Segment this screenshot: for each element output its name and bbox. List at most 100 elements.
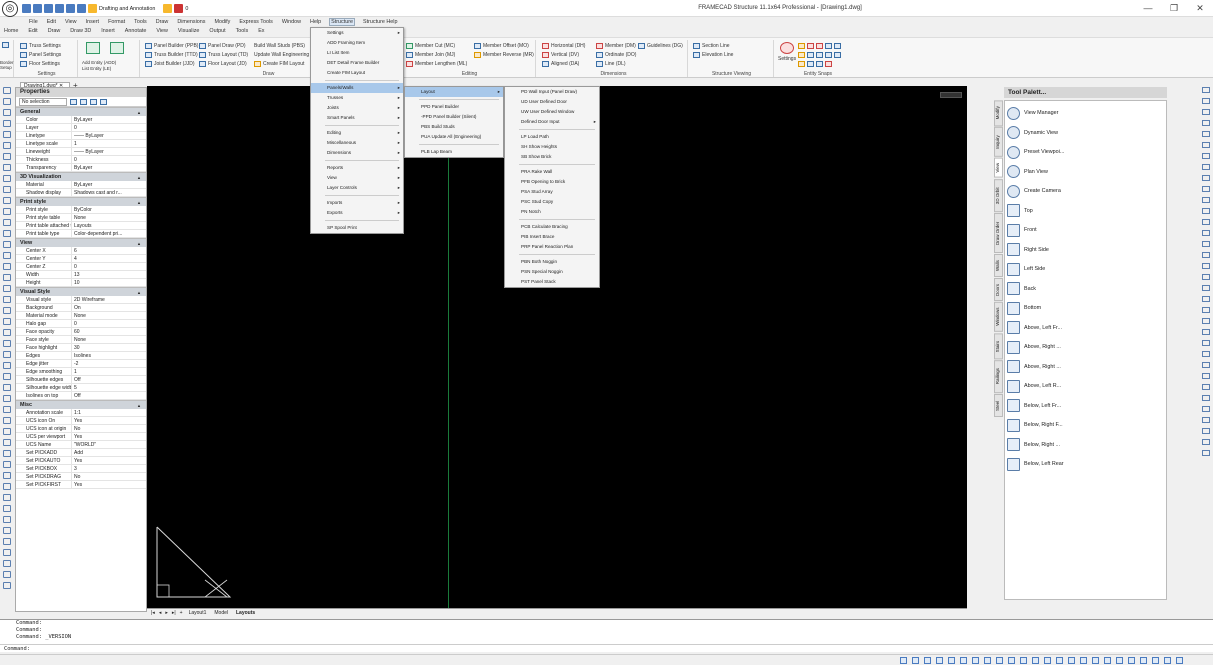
- menu-item-joists[interactable]: Joists: [311, 103, 403, 113]
- menu-item-layout[interactable]: Layout: [405, 87, 503, 97]
- menu-item-view[interactable]: View: [311, 173, 403, 183]
- section-visual-style[interactable]: Visual Style: [16, 287, 146, 297]
- menu-item-plb-lap-beam[interactable]: PLB Lap Beam: [405, 147, 503, 157]
- property-value[interactable]: Color-dependent pri...: [72, 230, 146, 237]
- layer-value[interactable]: 0: [185, 6, 188, 12]
- draw-tool-icon[interactable]: [3, 274, 11, 281]
- draw-tool-icon[interactable]: [3, 505, 11, 512]
- draw-tool-icon[interactable]: [3, 560, 11, 567]
- snap-parallel-icon[interactable]: [816, 61, 823, 67]
- menu-item-sh-show-heights[interactable]: SH Show Heights: [505, 142, 599, 152]
- palette-item-dynamic-view[interactable]: Dynamic View: [1007, 125, 1058, 141]
- floor-layout-button[interactable]: Floor Layout (JD): [199, 61, 247, 67]
- palette-item-bottom[interactable]: Bottom: [1007, 300, 1041, 316]
- palette-item-front[interactable]: Front: [1007, 222, 1037, 238]
- draw-tool-icon[interactable]: [3, 164, 11, 171]
- ribbon-tab-view[interactable]: View: [156, 28, 168, 37]
- print-icon[interactable]: [55, 4, 64, 13]
- command-input[interactable]: Command:: [0, 644, 1213, 652]
- draw-tool-icon[interactable]: [3, 395, 11, 402]
- status-toggle-icon[interactable]: [996, 657, 1003, 664]
- member-reverse-button[interactable]: Member Reverse (MR): [474, 52, 534, 58]
- property-value[interactable]: —— ByLayer: [72, 148, 146, 155]
- menu-item-trusses[interactable]: Trusses: [311, 93, 403, 103]
- workspace-label[interactable]: Drafting and Annotation: [99, 6, 155, 12]
- joist-builder-button[interactable]: Joist Builder (JJD): [145, 61, 195, 67]
- draw-tool-icon[interactable]: [3, 516, 11, 523]
- list-entity-button[interactable]: [110, 42, 124, 54]
- menu-help[interactable]: Help: [309, 19, 322, 25]
- snap-quadrant-icon[interactable]: [834, 43, 841, 49]
- draw-tool-icon[interactable]: [3, 494, 11, 501]
- menu-item-psn-special-noggin[interactable]: PSN Special Noggin: [505, 267, 599, 277]
- section-general[interactable]: General: [16, 107, 146, 117]
- snap-apparent-icon[interactable]: [807, 61, 814, 67]
- draw-tool-icon[interactable]: [3, 186, 11, 193]
- next-layout-icon[interactable]: ▸: [165, 609, 168, 617]
- draw-tool-icon[interactable]: [3, 307, 11, 314]
- property-value[interactable]: 0: [72, 263, 146, 270]
- ribbon-tab-insert[interactable]: Insert: [101, 28, 114, 37]
- palette-item-below-right-f[interactable]: Below, Right F...: [1007, 417, 1063, 433]
- draw-tool-icon[interactable]: [3, 285, 11, 292]
- menu-item-pbs-build-studs[interactable]: PBS Build Studs: [405, 122, 503, 132]
- snap-endpoint-icon[interactable]: [798, 43, 805, 49]
- modify-tool-icon[interactable]: [1202, 296, 1210, 302]
- menu-item-pcb-calculate-bracing[interactable]: PCB Calculate Bracing: [505, 222, 599, 232]
- draw-tool-icon[interactable]: [3, 340, 11, 347]
- modify-tool-icon[interactable]: [1202, 142, 1210, 148]
- property-value[interactable]: 4: [72, 255, 146, 262]
- property-value[interactable]: 6: [72, 247, 146, 254]
- ribbon-tab-home[interactable]: Home: [4, 28, 18, 37]
- modify-tool-icon[interactable]: [1202, 98, 1210, 104]
- member-join-button[interactable]: Member Join (MJ): [406, 52, 455, 58]
- status-toggle-icon[interactable]: [984, 657, 991, 664]
- menu-express-tools[interactable]: Express Tools: [238, 19, 273, 25]
- dim-horizontal-button[interactable]: Horizontal (DH): [542, 43, 585, 49]
- menu-item-pfb-opening-to-brick[interactable]: PFB Opening to Brick: [505, 177, 599, 187]
- menu-view[interactable]: View: [64, 19, 78, 25]
- floor-settings-button[interactable]: Floor Settings: [20, 61, 60, 67]
- palette-item-above-left-fr[interactable]: Above, Left Fr...: [1007, 320, 1062, 336]
- snap-center-icon[interactable]: [816, 43, 823, 49]
- first-layout-icon[interactable]: |◂: [151, 609, 155, 617]
- palette-item-right-side[interactable]: Right Side: [1007, 242, 1049, 258]
- status-toggle-icon[interactable]: [1104, 657, 1111, 664]
- modify-tool-icon[interactable]: [1202, 362, 1210, 368]
- status-toggle-icon[interactable]: [1044, 657, 1051, 664]
- undo-icon[interactable]: [66, 4, 75, 13]
- draw-tool-icon[interactable]: [3, 373, 11, 380]
- modify-tool-icon[interactable]: [1202, 175, 1210, 181]
- property-value[interactable]: No: [72, 425, 146, 432]
- truss-builder-button[interactable]: Truss Builder (TTD): [145, 52, 198, 58]
- property-value[interactable]: None: [72, 312, 146, 319]
- property-value[interactable]: ByColor: [72, 206, 146, 213]
- menu-item-lp-load-path[interactable]: LP Load Path: [505, 132, 599, 142]
- draw-tool-icon[interactable]: [3, 87, 11, 94]
- menu-insert[interactable]: Insert: [85, 19, 100, 25]
- property-value[interactable]: 1: [72, 140, 146, 147]
- ribbon-tab-edit[interactable]: Edit: [28, 28, 37, 37]
- snap-insertion-icon[interactable]: [816, 52, 823, 58]
- filter-icon[interactable]: [100, 98, 107, 105]
- modify-tool-icon[interactable]: [1202, 274, 1210, 280]
- build-wall-studs-button[interactable]: Build Wall Studs (PBS): [254, 43, 305, 49]
- menu-file[interactable]: File: [28, 19, 39, 25]
- modify-tool-icon[interactable]: [1202, 450, 1210, 456]
- status-toggle-icon[interactable]: [1092, 657, 1099, 664]
- draw-tool-icon[interactable]: [3, 318, 11, 325]
- modify-tool-icon[interactable]: [1202, 109, 1210, 115]
- panel-builder-button[interactable]: Panel Builder (PPB): [145, 43, 198, 49]
- menu-item-miscellaneous[interactable]: Miscellaneous: [311, 138, 403, 148]
- palette-tab-inquiry[interactable]: Inquiry: [994, 127, 1003, 158]
- status-toggle-icon[interactable]: [1140, 657, 1147, 664]
- palette-item-below-left-rear[interactable]: Below, Left Rear: [1007, 456, 1064, 472]
- draw-tool-icon[interactable]: [3, 406, 11, 413]
- status-toggle-icon[interactable]: [1068, 657, 1075, 664]
- palette-item-plan-view[interactable]: Plan View: [1007, 164, 1048, 180]
- status-toggle-icon[interactable]: [1128, 657, 1135, 664]
- add-entity-button[interactable]: [86, 42, 100, 54]
- property-value[interactable]: -2: [72, 360, 146, 367]
- status-toggle-icon[interactable]: [972, 657, 979, 664]
- maximize-icon[interactable]: ❐: [1161, 0, 1187, 17]
